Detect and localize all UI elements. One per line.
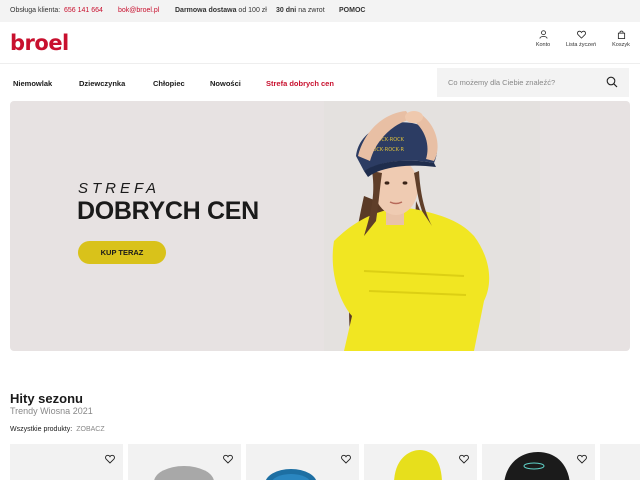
product-card[interactable] xyxy=(482,444,595,480)
heart-icon[interactable] xyxy=(105,454,115,464)
see-all-link[interactable]: ZOBACZ xyxy=(76,426,104,433)
cart-button[interactable]: Koszyk xyxy=(601,30,640,48)
hero-banner[interactable]: STREFA DOBRYCH CEN KUP TERAZ ROCK·ROCK R… xyxy=(10,101,630,351)
heart-icon[interactable] xyxy=(341,454,351,464)
all-products-row: Wszystkie produkty: ZOBACZ xyxy=(10,426,105,433)
product-card[interactable] xyxy=(600,444,640,480)
all-products-label: Wszystkie produkty: xyxy=(10,426,73,433)
product-card[interactable] xyxy=(128,444,241,480)
returns-info: 30 dni na zwrot xyxy=(276,7,325,14)
free-delivery-info: Darmowa dostawa od 100 zł xyxy=(175,7,267,14)
cart-label: Koszyk xyxy=(612,42,630,48)
account-button[interactable]: Konto xyxy=(523,30,563,48)
product-card[interactable] xyxy=(10,444,123,480)
hero-photo: ROCK·ROCK ROCK·ROCK·R xyxy=(324,101,540,351)
hero-headline: DOBRYCH CEN xyxy=(77,197,259,225)
top-info-bar: Obsługa klienta: 656 141 664 bok@broel.p… xyxy=(0,0,640,22)
customer-service-label: Obsługa klienta: xyxy=(10,7,61,14)
product-card[interactable] xyxy=(246,444,359,480)
bag-icon xyxy=(617,30,625,39)
search-icon[interactable] xyxy=(606,76,618,88)
section-title: Hity sezonu xyxy=(10,391,83,406)
search-placeholder: Co możemy dla Ciebie znaleźć? xyxy=(448,78,556,87)
wishlist-button[interactable]: Lista życzeń xyxy=(561,30,601,48)
shop-now-button[interactable]: KUP TERAZ xyxy=(78,241,166,264)
search-input[interactable]: Co możemy dla Ciebie znaleźć? xyxy=(437,68,629,97)
heart-icon[interactable] xyxy=(459,454,469,464)
returns-rest: na zwrot xyxy=(298,7,325,14)
heart-icon xyxy=(576,30,586,39)
free-delivery-rest: od 100 zł xyxy=(238,7,267,14)
heart-icon[interactable] xyxy=(577,454,587,464)
nav-item-niemowlak[interactable]: Niemowlak xyxy=(13,79,52,88)
nav-item-strefa-dobrych-cen[interactable]: Strefa dobrych cen xyxy=(266,79,334,88)
brand-logo[interactable]: broel xyxy=(10,31,69,55)
free-delivery-bold: Darmowa dostawa xyxy=(175,7,237,14)
user-icon xyxy=(538,30,548,39)
account-label: Konto xyxy=(535,42,551,48)
product-card[interactable] xyxy=(364,444,477,480)
site-header: broel Konto Lista życzeń Koszyk xyxy=(0,22,640,64)
help-link[interactable]: POMOC xyxy=(339,7,365,14)
phone-link[interactable]: 656 141 664 xyxy=(64,7,103,14)
email-link[interactable]: bok@broel.pl xyxy=(118,7,159,14)
returns-bold: 30 dni xyxy=(276,7,297,14)
section-subtitle: Trendy Wiosna 2021 xyxy=(10,406,93,416)
nav-item-dziewczynka[interactable]: Dziewczynka xyxy=(79,79,125,88)
wishlist-label: Lista życzeń xyxy=(565,42,597,48)
nav-item-chlopiec[interactable]: Chłopiec xyxy=(153,79,185,88)
heart-icon[interactable] xyxy=(223,454,233,464)
hero-kicker: STREFA xyxy=(78,180,161,197)
nav-item-nowosci[interactable]: Nowości xyxy=(210,79,241,88)
